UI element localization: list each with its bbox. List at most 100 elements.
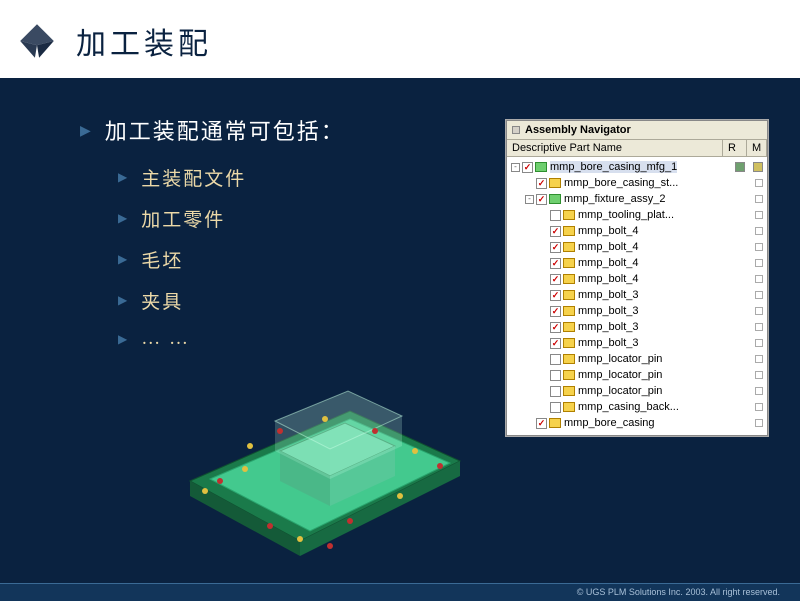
tree-row-status	[729, 291, 767, 299]
col-descriptive-name[interactable]: Descriptive Part Name	[507, 140, 723, 156]
tree-label[interactable]: mmp_bolt_3	[578, 321, 639, 333]
tree-row[interactable]: mmp_bolt_3	[507, 303, 767, 319]
slide-footer: © UGS PLM Solutions Inc. 2003. All right…	[0, 583, 800, 601]
slide-header: 加工装配	[0, 0, 800, 78]
tree-label[interactable]: mmp_bolt_4	[578, 241, 639, 253]
tree-row[interactable]: mmp_bolt_3	[507, 287, 767, 303]
tree-checkbox[interactable]	[550, 354, 561, 365]
tree-label[interactable]: mmp_bolt_4	[578, 225, 639, 237]
part-icon	[563, 258, 575, 268]
col-r[interactable]: R	[723, 140, 747, 156]
logo-icon	[16, 20, 58, 62]
part-icon	[563, 402, 575, 412]
tree-label[interactable]: mmp_bore_casing_st...	[564, 177, 678, 189]
status-box	[755, 419, 763, 427]
part-icon	[563, 226, 575, 236]
tree-checkbox[interactable]	[550, 274, 561, 285]
status-box	[755, 323, 763, 331]
tree-checkbox[interactable]	[536, 418, 547, 429]
tree-row[interactable]: mmp_bolt_4	[507, 255, 767, 271]
tree-label[interactable]: mmp_locator_pin	[578, 353, 662, 365]
tree-row[interactable]: mmp_bolt_4	[507, 223, 767, 239]
assembly-navigator-panel[interactable]: Assembly Navigator Descriptive Part Name…	[506, 120, 768, 436]
tree-row[interactable]: mmp_locator_pin	[507, 383, 767, 399]
tree-checkbox[interactable]	[550, 338, 561, 349]
tree-row-status	[729, 371, 767, 379]
status-box	[755, 371, 763, 379]
tree-checkbox[interactable]	[550, 386, 561, 397]
page-title: 加工装配	[76, 19, 212, 63]
tree-checkbox[interactable]	[536, 194, 547, 205]
navigator-titlebar: Assembly Navigator	[507, 121, 767, 140]
tree-row[interactable]: mmp_bore_casing_st...	[507, 175, 767, 191]
tree-checkbox[interactable]	[550, 258, 561, 269]
part-icon	[563, 306, 575, 316]
tree-label[interactable]: mmp_locator_pin	[578, 369, 662, 381]
status-box	[755, 307, 763, 315]
part-icon	[563, 354, 575, 364]
tree-row-status	[729, 387, 767, 395]
tree-row[interactable]: mmp_bolt_4	[507, 271, 767, 287]
tree-label[interactable]: mmp_bolt_4	[578, 257, 639, 269]
tree-label[interactable]: mmp_tooling_plat...	[578, 209, 674, 221]
tree-checkbox[interactable]	[550, 370, 561, 381]
status-box	[755, 291, 763, 299]
status-box	[755, 275, 763, 283]
tree-label[interactable]: mmp_bolt_3	[578, 305, 639, 317]
tree-label[interactable]: mmp_bore_casing_mfg_1	[550, 161, 677, 173]
sub-bullet-text: 夹具	[141, 287, 183, 314]
tree-label[interactable]: mmp_casing_back...	[578, 401, 679, 413]
navigator-title: Assembly Navigator	[525, 124, 631, 136]
status-box	[755, 227, 763, 235]
status-box	[755, 355, 763, 363]
tree-checkbox[interactable]	[550, 290, 561, 301]
tree-row[interactable]: mmp_locator_pin	[507, 351, 767, 367]
tree-row[interactable]: mmp_bolt_4	[507, 239, 767, 255]
tree-row-status	[729, 211, 767, 219]
tree-row-status	[729, 227, 767, 235]
navigator-tree[interactable]: - mmp_bore_casing_mfg_1 mmp_bore_casing_st…	[507, 157, 767, 435]
status-box	[755, 195, 763, 203]
tree-label[interactable]: mmp_bolt_4	[578, 273, 639, 285]
tree-row-status	[729, 259, 767, 267]
tree-checkbox[interactable]	[550, 226, 561, 237]
pin-icon[interactable]	[512, 126, 520, 134]
part-icon	[563, 274, 575, 284]
tree-checkbox[interactable]	[536, 178, 547, 189]
tree-label[interactable]: mmp_bore_casing	[564, 417, 655, 429]
tree-checkbox[interactable]	[550, 306, 561, 317]
tree-expander-icon[interactable]: -	[511, 163, 520, 172]
tree-row-status	[729, 419, 767, 427]
tree-label[interactable]: mmp_bolt_3	[578, 289, 639, 301]
status-box	[755, 259, 763, 267]
part-icon	[563, 242, 575, 252]
tree-row-status	[729, 355, 767, 363]
tree-row-status	[729, 403, 767, 411]
status-icon	[753, 162, 763, 172]
tree-checkbox[interactable]	[522, 162, 533, 173]
tree-row[interactable]: mmp_locator_pin	[507, 367, 767, 383]
tree-row[interactable]: mmp_bolt_3	[507, 319, 767, 335]
copyright-text: © UGS PLM Solutions Inc. 2003. All right…	[577, 587, 780, 597]
tree-label[interactable]: mmp_locator_pin	[578, 385, 662, 397]
part-icon	[563, 322, 575, 332]
tree-row[interactable]: - mmp_bore_casing_mfg_1	[507, 159, 767, 175]
tree-row[interactable]: - mmp_fixture_assy_2	[507, 191, 767, 207]
tree-checkbox[interactable]	[550, 322, 561, 333]
tree-checkbox[interactable]	[550, 210, 561, 221]
status-box	[755, 211, 763, 219]
col-m[interactable]: M	[747, 140, 767, 156]
tree-row[interactable]: mmp_casing_back...	[507, 399, 767, 415]
tree-row[interactable]: mmp_bolt_3	[507, 335, 767, 351]
tree-row-status	[729, 243, 767, 251]
tree-row[interactable]: mmp_tooling_plat...	[507, 207, 767, 223]
tree-label[interactable]: mmp_bolt_3	[578, 337, 639, 349]
tree-checkbox[interactable]	[550, 402, 561, 413]
status-box	[755, 339, 763, 347]
navigator-column-headers: Descriptive Part Name R M	[507, 140, 767, 157]
tree-row[interactable]: mmp_bore_casing	[507, 415, 767, 431]
tree-expander-icon[interactable]: -	[525, 195, 534, 204]
tree-checkbox[interactable]	[550, 242, 561, 253]
part-icon	[563, 386, 575, 396]
tree-label[interactable]: mmp_fixture_assy_2	[564, 193, 666, 205]
